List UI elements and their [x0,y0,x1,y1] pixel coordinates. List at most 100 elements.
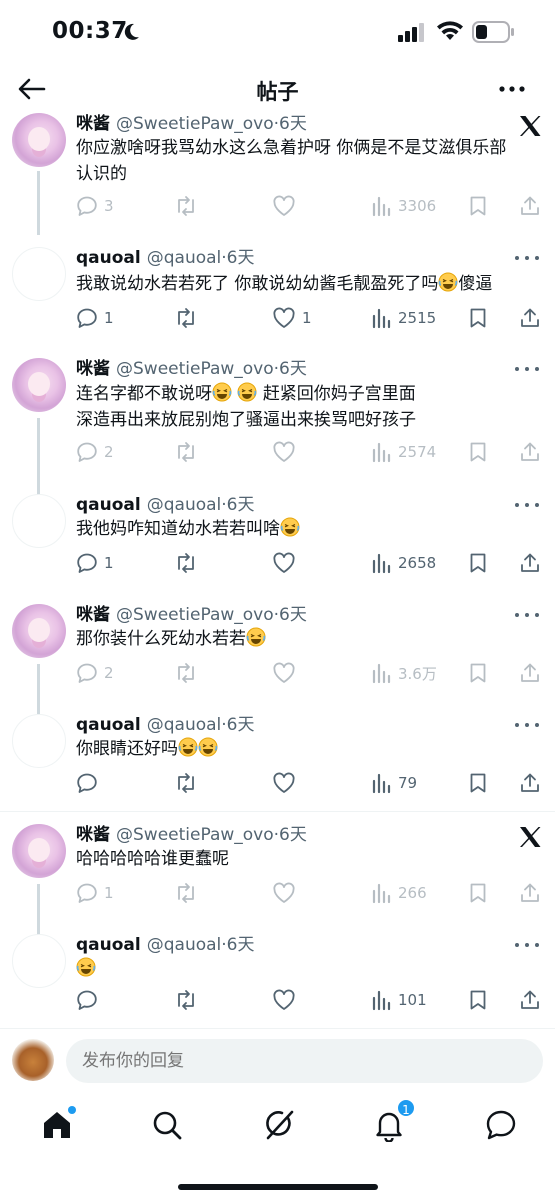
views-icon [372,990,391,1011]
tweet-date[interactable]: 6天 [227,715,255,735]
like-button[interactable] [272,439,296,465]
bookmark-button[interactable] [468,305,488,331]
bookmark-button[interactable] [468,193,488,219]
views-button[interactable]: 101 [372,987,427,1013]
retweet-button[interactable] [174,880,198,906]
share-button[interactable] [519,770,541,796]
views-button[interactable]: 3306 [372,193,436,219]
bookmark-button[interactable] [468,439,488,465]
bookmark-button[interactable] [468,880,488,906]
more-options-icon[interactable] [497,76,527,102]
retweet-button[interactable] [174,987,198,1013]
avatar[interactable] [12,604,66,658]
display-name[interactable]: 咪酱 [76,359,110,379]
reply-button[interactable] [76,987,98,1013]
tweet-date[interactable]: 6天 [227,248,255,268]
reply-button[interactable]: 3 [76,193,114,219]
reply-button[interactable] [76,770,98,796]
display-name[interactable]: 咪酱 [76,114,110,134]
more-options-icon[interactable] [513,496,541,514]
display-name[interactable]: 咪酱 [76,605,110,625]
avatar[interactable] [12,358,66,412]
like-button[interactable] [272,880,296,906]
more-options-icon[interactable] [513,716,541,734]
nav-notifications[interactable]: 1 [372,1098,416,1143]
retweet-button[interactable] [174,770,198,796]
tweet-date[interactable]: 6天 [279,605,307,625]
retweet-button[interactable] [174,439,198,465]
reply-button[interactable]: 2 [76,439,114,465]
tweet-date[interactable]: 6天 [279,359,307,379]
avatar[interactable] [12,494,66,548]
share-button[interactable] [519,987,541,1013]
tweet-date[interactable]: 6天 [279,825,307,845]
nav-home[interactable] [40,1106,76,1142]
views-button[interactable]: 2574 [372,439,436,465]
home-indicator[interactable] [178,1184,378,1190]
views-button[interactable]: 79 [372,770,417,796]
like-button[interactable] [272,550,296,576]
user-handle[interactable]: @SweetiePaw_ovo [116,825,274,845]
display-name[interactable]: 咪酱 [76,825,110,845]
display-name[interactable]: qauoal [76,935,141,955]
nav-messages[interactable] [484,1108,518,1142]
share-button[interactable] [519,305,541,331]
more-options-icon[interactable] [513,606,541,624]
avatar[interactable] [12,113,66,167]
more-options-icon[interactable] [513,249,541,267]
share-button[interactable] [519,880,541,906]
share-button[interactable] [519,193,541,219]
reply-button[interactable]: 1 [76,880,114,906]
like-button[interactable] [272,770,296,796]
views-button[interactable]: 2658 [372,550,436,576]
display-name[interactable]: qauoal [76,715,141,735]
views-button[interactable]: 2515 [372,305,436,331]
avatar[interactable] [12,824,66,878]
bookmark-button[interactable] [468,660,488,686]
search-icon [153,1111,182,1140]
retweet-icon [178,663,194,683]
bookmark-button[interactable] [468,770,488,796]
nav-search[interactable] [150,1108,184,1142]
retweet-button[interactable] [174,305,198,331]
share-button[interactable] [519,660,541,686]
more-options-icon[interactable] [513,360,541,378]
reply-button[interactable]: 1 [76,550,114,576]
like-button[interactable] [272,987,296,1013]
divider [0,811,555,812]
user-handle[interactable]: @SweetiePaw_ovo [116,605,274,625]
tweet-date[interactable]: 6天 [279,114,307,134]
avatar[interactable] [12,934,66,988]
retweet-button[interactable] [174,660,198,686]
share-button[interactable] [519,439,541,465]
user-handle[interactable]: @SweetiePaw_ovo [116,114,274,134]
user-handle[interactable]: @qauoal [147,715,222,735]
views-button[interactable]: 3.6万 [372,660,437,686]
user-handle[interactable]: @qauoal [147,935,222,955]
reply-input[interactable] [66,1039,543,1083]
share-button[interactable] [519,550,541,576]
nav-grok[interactable] [262,1108,296,1142]
reply-button[interactable]: 2 [76,660,114,686]
display-name[interactable]: qauoal [76,495,141,515]
user-handle[interactable]: @SweetiePaw_ovo [116,359,274,379]
tweet-date[interactable]: 6天 [227,495,255,515]
user-handle[interactable]: @qauoal [147,495,222,515]
user-handle[interactable]: @qauoal [147,248,222,268]
avatar[interactable] [12,1039,54,1081]
reply-icon [77,308,97,328]
retweet-button[interactable] [174,550,198,576]
like-button[interactable] [272,193,296,219]
like-button[interactable]: 1 [272,305,312,331]
display-name[interactable]: qauoal [76,248,141,268]
more-options-icon[interactable] [513,936,541,954]
bookmark-button[interactable] [468,550,488,576]
avatar[interactable] [12,714,66,768]
retweet-button[interactable] [174,193,198,219]
like-button[interactable] [272,660,296,686]
views-button[interactable]: 266 [372,880,427,906]
tweet-date[interactable]: 6天 [227,935,255,955]
avatar[interactable] [12,247,66,301]
bookmark-button[interactable] [468,987,488,1013]
reply-button[interactable]: 1 [76,305,114,331]
